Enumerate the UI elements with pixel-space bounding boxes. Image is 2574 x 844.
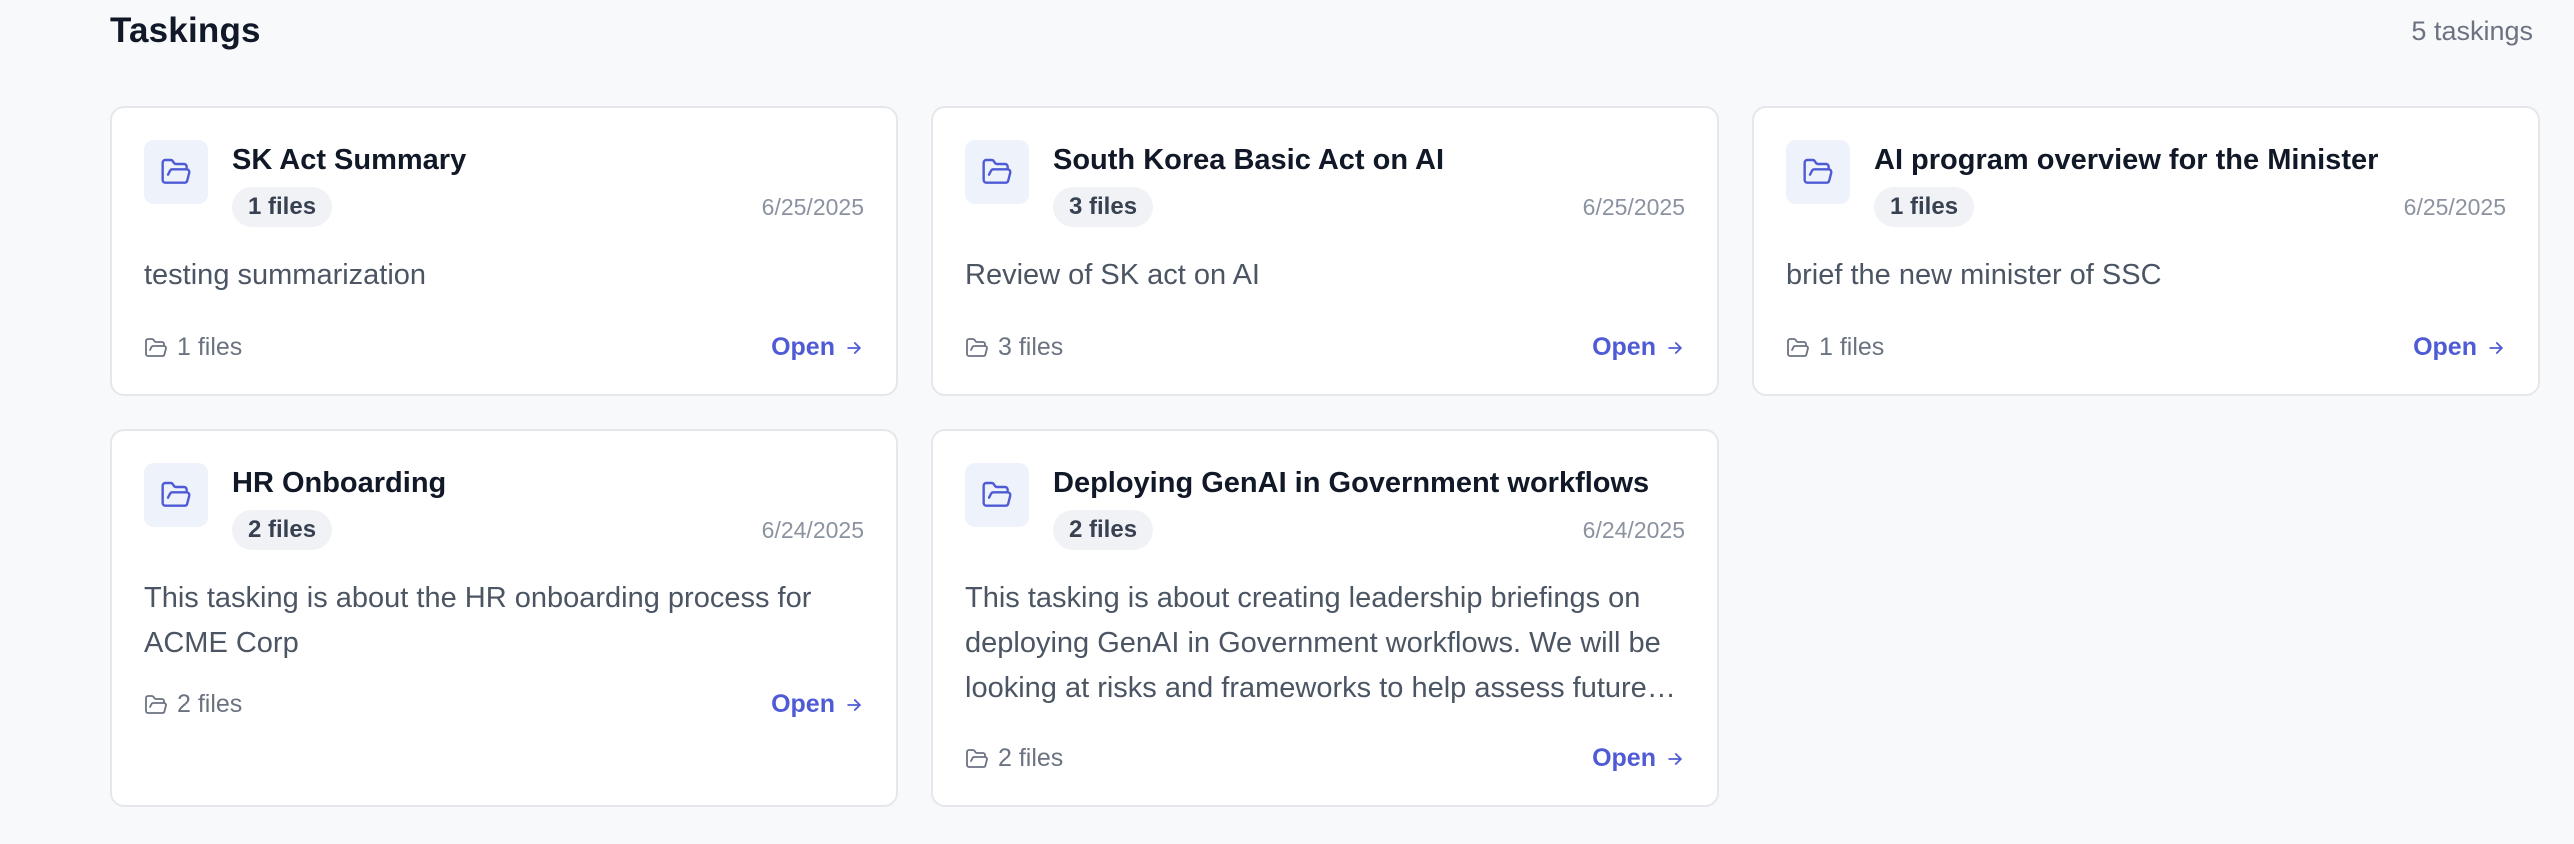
card-header: Deploying GenAI in Government workflows … (965, 463, 1685, 550)
folder-icon (145, 337, 167, 357)
arrow-right-icon (2489, 341, 2503, 354)
open-button[interactable]: Open (1592, 744, 1685, 773)
card-date: 6/24/2025 (761, 516, 864, 543)
footer-files: 1 files (144, 333, 242, 362)
card-meta: 1 files 6/25/2025 (1874, 187, 2506, 227)
folder-open-icon (965, 140, 1029, 204)
card-header: SK Act Summary 1 files 6/25/2025 (144, 140, 864, 227)
card-date: 6/24/2025 (1582, 516, 1685, 543)
folder-icon (145, 694, 167, 714)
open-label: Open (2413, 333, 2477, 361)
arrow-right-icon (847, 698, 861, 711)
card-header: South Korea Basic Act on AI 3 files 6/25… (965, 140, 1685, 227)
tasking-card[interactable]: South Korea Basic Act on AI 3 files 6/25… (931, 106, 1719, 396)
card-title: South Korea Basic Act on AI (1053, 144, 1445, 176)
open-button[interactable]: Open (1592, 333, 1685, 362)
taskings-count: 5 taskings (2411, 15, 2533, 46)
card-description: This tasking is about creating leadershi… (965, 582, 1661, 704)
card-footer: 3 files Open (965, 333, 1685, 362)
card-meta: 2 files 6/24/2025 (232, 510, 864, 550)
card-title: HR Onboarding (232, 467, 447, 499)
card-meta: 3 files 6/25/2025 (1053, 187, 1685, 227)
files-badge: 3 files (1053, 187, 1154, 227)
files-badge: 1 files (232, 187, 333, 227)
card-title-column: Deploying GenAI in Government workflows … (1053, 463, 1685, 550)
card-title-column: South Korea Basic Act on AI 3 files 6/25… (1053, 140, 1685, 227)
tasking-card[interactable]: AI program overview for the Minister 1 f… (1752, 106, 2540, 396)
footer-files: 3 files (965, 333, 1063, 362)
card-date: 6/25/2025 (2403, 193, 2506, 220)
tasking-card[interactable]: Deploying GenAI in Government workflows … (931, 429, 1719, 807)
open-label: Open (771, 333, 835, 361)
card-description: This tasking is about the HR onboarding … (144, 582, 812, 659)
card-title: Deploying GenAI in Government workflows (1053, 467, 1650, 499)
footer-files-label: 3 files (998, 333, 1064, 361)
card-title-column: HR Onboarding 2 files 6/24/2025 (232, 463, 864, 550)
card-footer: 1 files Open (144, 333, 864, 362)
tasking-card[interactable]: SK Act Summary 1 files 6/25/2025 testing… (110, 106, 898, 396)
card-title-column: AI program overview for the Minister 1 f… (1874, 140, 2506, 227)
taskings-grid: SK Act Summary 1 files 6/25/2025 testing… (110, 106, 2540, 807)
page-header: Taskings 5 taskings (110, 0, 2533, 62)
arrow-right-icon (1668, 752, 1682, 765)
open-label: Open (1592, 333, 1656, 361)
card-title-column: SK Act Summary 1 files 6/25/2025 (232, 140, 864, 227)
card-title: AI program overview for the Minister (1874, 144, 2379, 176)
tasking-card[interactable]: HR Onboarding 2 files 6/24/2025 This tas… (110, 429, 898, 807)
footer-files-label: 1 files (1819, 333, 1885, 361)
arrow-right-icon (1668, 341, 1682, 354)
open-label: Open (1592, 744, 1656, 772)
card-header: HR Onboarding 2 files 6/24/2025 (144, 463, 864, 550)
folder-icon (966, 337, 988, 357)
files-badge: 2 files (232, 510, 333, 550)
open-button[interactable]: Open (771, 333, 864, 362)
footer-files-label: 2 files (998, 744, 1064, 772)
folder-open-icon (965, 463, 1029, 527)
open-button[interactable]: Open (2413, 333, 2506, 362)
folder-open-icon (1786, 140, 1850, 204)
card-description: Review of SK act on AI (965, 259, 1260, 291)
folder-open-icon (144, 463, 208, 527)
open-button[interactable]: Open (771, 690, 864, 719)
folder-open-icon (144, 140, 208, 204)
footer-files: 1 files (1786, 333, 1884, 362)
card-description: testing summarization (144, 259, 427, 291)
folder-icon (966, 748, 988, 768)
card-meta: 2 files 6/24/2025 (1053, 510, 1685, 550)
card-header: AI program overview for the Minister 1 f… (1786, 140, 2506, 227)
taskings-page: Taskings 5 taskings SK Act Summary 1 fil… (0, 0, 2574, 844)
card-footer: 2 files Open (965, 744, 1685, 773)
card-date: 6/25/2025 (761, 193, 864, 220)
arrow-right-icon (847, 341, 861, 354)
open-label: Open (771, 690, 835, 718)
files-badge: 2 files (1053, 510, 1154, 550)
page-title: Taskings (110, 11, 261, 50)
card-description: brief the new minister of SSC (1786, 259, 2162, 291)
card-meta: 1 files 6/25/2025 (232, 187, 864, 227)
footer-files: 2 files (965, 744, 1063, 773)
card-footer: 2 files Open (144, 690, 864, 719)
card-date: 6/25/2025 (1582, 193, 1685, 220)
card-title: SK Act Summary (232, 144, 467, 176)
footer-files: 2 files (144, 690, 242, 719)
folder-icon (1787, 337, 1809, 357)
card-footer: 1 files Open (1786, 333, 2506, 362)
files-badge: 1 files (1874, 187, 1975, 227)
footer-files-label: 1 files (177, 333, 243, 361)
footer-files-label: 2 files (177, 690, 243, 718)
